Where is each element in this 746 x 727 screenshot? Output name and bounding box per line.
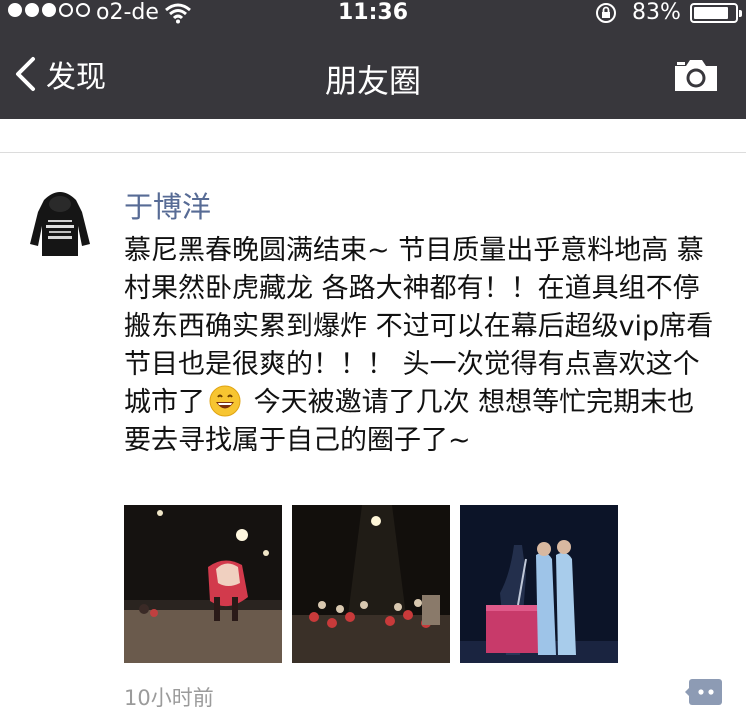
post-timestamp: 10小时前 [124, 686, 214, 710]
comment-bubble-icon[interactable] [685, 678, 723, 706]
header: o2-de 11:36 83% 发现 朋友圈 [0, 0, 746, 119]
status-bar: o2-de 11:36 83% [0, 0, 746, 26]
crosstalk-performers-photo[interactable] [460, 505, 618, 663]
orchestra-photo[interactable] [292, 505, 450, 663]
photo-grid [124, 505, 618, 663]
hoodie-avatar[interactable] [22, 182, 98, 258]
page-title: 朋友圈 [324, 62, 421, 100]
grinning-face-emoji [209, 385, 241, 417]
camera-icon[interactable] [672, 56, 720, 94]
battery-percent: 83% [632, 0, 681, 25]
battery-icon [690, 3, 742, 23]
post-body-text: 慕尼黑春晚圆满结束~ 节目质量出乎意料地高 慕村果然卧虎藏龙 各路大神都有！！在… [124, 232, 714, 460]
rotation-lock-icon [596, 3, 616, 23]
post-author-name[interactable]: 于博洋 [124, 184, 211, 226]
lion-dance-photo[interactable] [124, 505, 282, 663]
feed-divider [0, 119, 746, 153]
navigation-bar: 发现 朋友圈 [0, 26, 746, 119]
moments-post: 于博洋 慕尼黑春晚圆满结束~ 节目质量出乎意料地高 慕村果然卧虎藏龙 各路大神都… [0, 154, 746, 727]
